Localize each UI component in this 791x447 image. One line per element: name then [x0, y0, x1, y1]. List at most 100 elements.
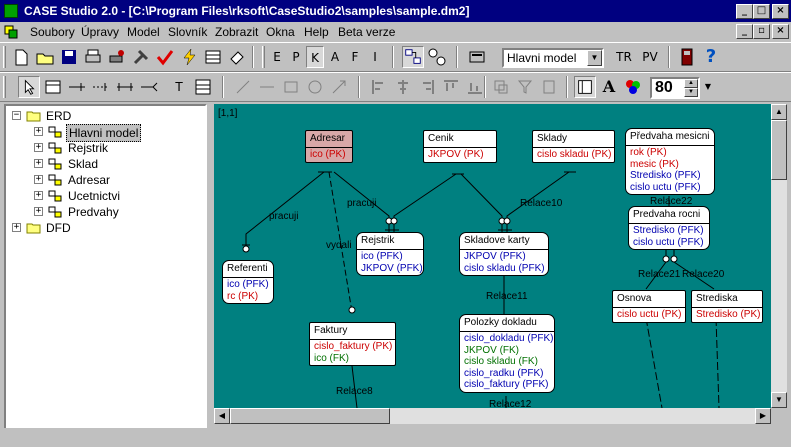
toolbar-gripper[interactable] [3, 46, 6, 68]
help-icon[interactable]: ? [700, 46, 722, 68]
scroll-right-icon[interactable]: ▶ [755, 408, 771, 424]
relation-line[interactable] [460, 173, 503, 234]
align-center-icon[interactable] [392, 76, 414, 98]
mdi-minimize-button[interactable]: _ [736, 24, 753, 39]
scroll-up-icon[interactable]: ▲ [771, 104, 787, 120]
toolbar-gripper[interactable] [3, 76, 6, 98]
tree-item-sklad[interactable]: + Sklad [10, 156, 190, 172]
maximize-button[interactable]: □ [753, 4, 770, 19]
ellipse-tool-icon[interactable] [304, 76, 326, 98]
print-setup-icon[interactable] [106, 46, 128, 68]
tree-item-adresar[interactable]: + Adresar [10, 172, 190, 188]
pv-button[interactable]: PV [639, 46, 661, 68]
text-tool-button[interactable]: T [168, 76, 190, 98]
entity-cenik[interactable]: Cenik JKPOV (PK) [423, 130, 497, 163]
entity-sklady[interactable]: Sklady cislo skladu (PK) [532, 130, 615, 163]
entity-faktury[interactable]: Faktury cislo_faktury (PK) ico (FK) [309, 322, 396, 366]
open-folder-icon[interactable] [34, 46, 56, 68]
horizontal-scroll-thumb[interactable] [230, 408, 390, 424]
menu-help[interactable]: Help [304, 25, 329, 39]
self-relation-icon[interactable] [138, 76, 160, 98]
menu-upravy[interactable]: Úpravy [81, 25, 119, 39]
erd-diagram-icon[interactable] [402, 46, 424, 68]
exit-icon[interactable] [676, 46, 698, 68]
align-right-icon[interactable] [416, 76, 438, 98]
entity-strediska[interactable]: Strediska Stredisko (PK) [691, 290, 763, 323]
tree-item-rejstrik[interactable]: + Rejstrik [10, 140, 190, 156]
spin-up-icon[interactable]: ▲ [684, 79, 698, 88]
pointer-icon[interactable] [18, 76, 40, 98]
view-e-button[interactable]: E [268, 46, 286, 68]
nm-relation-icon[interactable] [114, 76, 136, 98]
filter-icon[interactable] [514, 76, 536, 98]
minimize-button[interactable]: _ [736, 4, 753, 19]
entity-skladove-karty[interactable]: Skladove karty JKPOV (PFK) cislo skladu … [459, 232, 549, 276]
align-top-icon[interactable] [440, 76, 462, 98]
expand-icon[interactable]: + [34, 127, 43, 136]
scroll-down-icon[interactable]: ▼ [771, 392, 787, 408]
menu-zobrazit[interactable]: Zobrazit [215, 25, 258, 39]
tree-item-ucetnictvi[interactable]: + Ucetnictvi [10, 188, 190, 204]
expand-icon[interactable]: + [34, 191, 43, 200]
grid-icon[interactable] [192, 76, 214, 98]
line-tool-icon[interactable] [232, 76, 254, 98]
eraser-icon[interactable] [226, 46, 248, 68]
horizontal-scrollbar[interactable]: ◀ ▶ [214, 408, 771, 424]
lightning-icon[interactable] [178, 46, 200, 68]
view-i-button[interactable]: I [366, 46, 384, 68]
tree-item-hlavni-model[interactable]: + Hlavni model [10, 124, 190, 142]
menu-okna[interactable]: Okna [266, 25, 295, 39]
vertical-scrollbar[interactable]: ▲ ▼ [771, 104, 787, 408]
save-icon[interactable] [58, 46, 80, 68]
font-button[interactable]: A [598, 76, 620, 98]
expand-icon[interactable]: + [34, 143, 43, 152]
expand-icon[interactable]: + [34, 175, 43, 184]
align-bottom-icon[interactable] [464, 76, 486, 98]
entity-polozky-dokladu[interactable]: Polozky dokladu cislo_dokladu (PFK) JKPO… [459, 314, 555, 393]
dashed-relation-icon[interactable] [90, 76, 112, 98]
close-button[interactable]: × [772, 4, 789, 19]
relation-line[interactable] [645, 317, 663, 408]
view-f-button[interactable]: F [346, 46, 364, 68]
hline-tool-icon[interactable] [256, 76, 278, 98]
expand-icon[interactable]: + [34, 159, 43, 168]
relation-line[interactable] [393, 173, 457, 234]
entity-predvaha-rocni[interactable]: Predvaha rocni Stredisko (PFK) cislo uct… [628, 206, 710, 250]
tree-item-predvahy[interactable]: + Predvahy [10, 204, 190, 220]
rectangle-tool-icon[interactable] [280, 76, 302, 98]
tree-node-erd[interactable]: − ERD [10, 108, 190, 124]
panel-splitter[interactable] [207, 104, 214, 441]
copy-format-icon[interactable] [490, 76, 512, 98]
tree-node-dfd[interactable]: + DFD [10, 220, 190, 236]
menu-beta-verze[interactable]: Beta verze [338, 25, 395, 39]
model-select[interactable]: Hlavni model ▼ [502, 48, 604, 68]
collapse-icon[interactable]: − [12, 111, 21, 120]
tr-button[interactable]: TR [613, 46, 635, 68]
print-icon[interactable] [82, 46, 104, 68]
view-k-button[interactable]: K [306, 46, 324, 68]
color-palette-icon[interactable] [622, 76, 644, 98]
check-icon[interactable] [154, 46, 176, 68]
paste-format-icon[interactable] [538, 76, 560, 98]
entity-predvaha-mesicni[interactable]: Předvaha mesicni rok (PK) mesic (PK) Str… [625, 128, 715, 195]
vertical-scroll-thumb[interactable] [771, 120, 787, 180]
dfd-diagram-icon[interactable] [426, 46, 448, 68]
entity-adresar[interactable]: Adresar ico (PK) [305, 130, 353, 163]
relation-tool-icon[interactable] [66, 76, 88, 98]
zoom-spinbox[interactable]: 80 ▲ ▼ [650, 77, 700, 99]
view-p-button[interactable]: P [287, 46, 305, 68]
entity-rejstrik[interactable]: Rejstrik ico (PFK) JKPOV (PFK) [356, 232, 424, 276]
entity-tool-icon[interactable] [42, 76, 64, 98]
align-left-icon[interactable] [368, 76, 390, 98]
menu-soubory[interactable]: Soubory [30, 25, 75, 39]
expand-icon[interactable]: + [34, 207, 43, 216]
chevron-down-icon[interactable]: ▼ [587, 50, 602, 66]
mdi-restore-button[interactable]: ▫ [753, 24, 770, 39]
menu-slovnik[interactable]: Slovník [168, 25, 207, 39]
model-tree[interactable]: − ERD + Hlavni model + Rejstrik + Sklad … [4, 104, 207, 441]
model-icon[interactable] [466, 46, 488, 68]
document-icon[interactable] [4, 25, 18, 39]
entity-referenti[interactable]: Referenti ico (PFK) rc (PK) [222, 260, 274, 304]
entity-osnova[interactable]: Osnova cislo uctu (PK) [612, 290, 686, 323]
arrow-tool-icon[interactable] [328, 76, 350, 98]
